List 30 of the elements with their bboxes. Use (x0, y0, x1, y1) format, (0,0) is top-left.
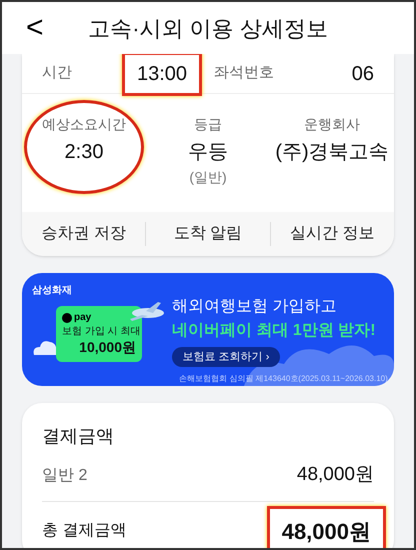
detail-subtext: (일반) (189, 168, 227, 187)
ad-banner[interactable]: 삼성화재 pay 보험 가입 시 최대 10,000원 해외여행보험 가입하고 네이버페이 최대 1만원 받자! 보험료 조회하기 › 손해보험협회 심의필 제143640호(2025.03.11~2026.03.10) (22, 273, 394, 386)
action-button[interactable]: 승차권 저장 (41, 222, 126, 246)
pay-logo: pay (62, 310, 136, 325)
action-button[interactable]: 도착 알림 (174, 222, 242, 246)
ad-highlight: 네이버페이 최대 1만원 받자! (172, 321, 376, 341)
detail-value: (주)경북고속 (275, 140, 389, 165)
detail-value: 우등 (188, 140, 228, 165)
action-button[interactable]: 실시간 정보 (290, 222, 375, 246)
ad-headline: 해외여행보험 가입하고 (172, 297, 338, 317)
detail-value: 2:30 (64, 140, 104, 165)
time-value: 13:00 (122, 54, 202, 96)
fare-amount: 48,000원 (296, 463, 374, 488)
payment-title: 결제금액 (42, 425, 115, 448)
seat-value: 06 (352, 62, 374, 86)
back-button[interactable]: < (18, 13, 52, 43)
total-label: 총 결제금액 (42, 521, 126, 541)
time-label: 시간 (42, 63, 73, 84)
detail-label: 예상소요시간 (42, 115, 126, 134)
page-title: 고속·시외 이용 상세정보 (88, 14, 328, 42)
detail-label: 등급 (194, 115, 222, 134)
quote-button[interactable]: 보험료 조회하기 › (172, 347, 280, 367)
seat-label: 좌석번호 (214, 63, 274, 84)
brand-label: 삼성화재 (32, 284, 72, 298)
total-amount: 48,000원 (266, 506, 386, 548)
card-amount: 10,000원 (78, 338, 136, 357)
cloud-icon (32, 339, 58, 355)
detail-label: 운행회사 (304, 115, 360, 134)
fine-print: 손해보험협회 심의필 제143640호(2025.03.11~2026.03.10) (179, 374, 388, 385)
fare-label: 일반 2 (42, 466, 88, 486)
